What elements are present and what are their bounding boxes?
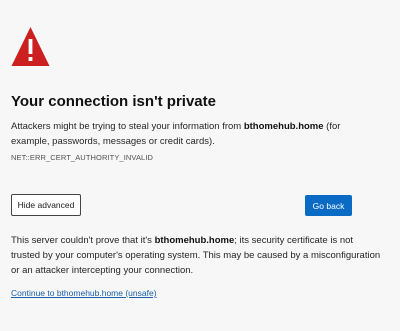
page-title: Your connection isn't private bbox=[11, 93, 216, 110]
advanced-host: bthomehub.home bbox=[154, 235, 235, 246]
description-host: bthomehub.home bbox=[243, 121, 324, 132]
proceed-unsafe-link[interactable]: Continue to bthomehub.home (unsafe) bbox=[11, 288, 157, 299]
error-page: Your connection isn't private Attackers … bbox=[0, 0, 400, 331]
advanced-text: This server couldn't prove that it's bbox=[11, 235, 155, 246]
go-back-button[interactable]: Go back bbox=[305, 195, 352, 216]
warning-triangle-icon bbox=[11, 27, 50, 66]
description-text: Attackers might be trying to steal your … bbox=[11, 121, 244, 132]
error-code: NET::ERR_CERT_AUTHORITY_INVALID bbox=[11, 153, 154, 162]
advanced-details: This server couldn't prove that it's bth… bbox=[11, 233, 381, 278]
hide-advanced-button[interactable]: Hide advanced bbox=[11, 194, 81, 216]
error-description: Attackers might be trying to steal your … bbox=[11, 119, 371, 149]
